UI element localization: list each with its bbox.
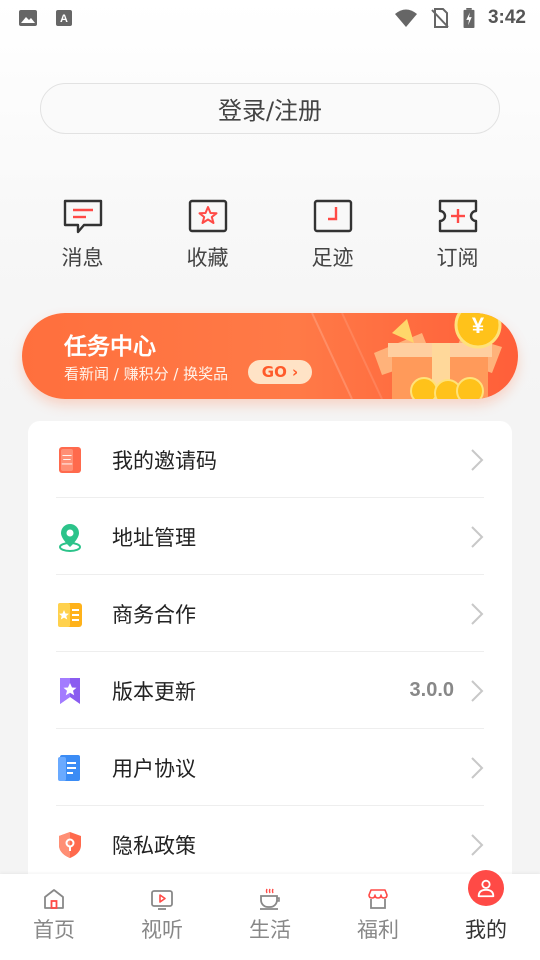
- login-register-button[interactable]: 登录/注册: [40, 83, 500, 134]
- menu-item-invite-code[interactable]: 三 我的邀请码: [56, 421, 484, 498]
- status-bar: A 3:42: [0, 0, 540, 36]
- task-center-subtitle: 看新闻 / 赚积分 / 换奖品: [64, 365, 229, 383]
- svg-text:A: A: [60, 13, 68, 25]
- task-center-title: 任务中心: [64, 334, 156, 360]
- user-icon: [477, 879, 495, 898]
- tab-welfare[interactable]: 福利: [324, 874, 432, 960]
- tab-video[interactable]: 视听: [108, 874, 216, 960]
- business-card-icon: [58, 602, 82, 627]
- tab-mine[interactable]: 我的: [432, 870, 540, 960]
- font-icon: A: [56, 10, 72, 26]
- coffee-icon: [260, 888, 280, 910]
- chevron-right-icon: [471, 525, 484, 548]
- settings-menu: 三 我的邀请码 地址管理 商务合作 版本更新 3.0.0 用户协议 隐私政策: [28, 421, 512, 901]
- invite-code-icon: 三: [59, 446, 81, 473]
- chevron-right-icon: [471, 833, 484, 856]
- menu-item-label: 商务合作: [112, 602, 196, 627]
- tab-label: 福利: [357, 918, 399, 942]
- tab-label: 生活: [249, 918, 291, 942]
- subscribe-ticket-icon: [438, 199, 477, 233]
- gift-box-icon: ¥: [374, 313, 502, 399]
- video-icon: [151, 890, 173, 910]
- no-sim-icon: [431, 8, 449, 28]
- footprint-icon: [313, 199, 352, 233]
- image-icon: [19, 10, 37, 26]
- privacy-shield-icon: [59, 831, 81, 858]
- quick-actions: 消息 收藏 足迹 订阅: [0, 198, 540, 278]
- menu-item-label: 版本更新: [112, 679, 196, 704]
- home-icon: [44, 889, 64, 909]
- chevron-right-icon: [471, 448, 484, 471]
- menu-item-address[interactable]: 地址管理: [56, 498, 484, 575]
- quick-item-label: 收藏: [186, 246, 229, 270]
- shop-icon: [368, 889, 388, 909]
- chevron-right-icon: [471, 679, 484, 702]
- tab-label: 首页: [33, 918, 75, 942]
- coin-symbol: ¥: [472, 313, 485, 338]
- menu-item-version[interactable]: 版本更新 3.0.0: [56, 652, 484, 729]
- quick-item-messages[interactable]: 消息: [33, 198, 133, 278]
- message-icon: [63, 199, 102, 234]
- battery-charging-icon: [463, 8, 475, 28]
- quick-item-label: 足迹: [311, 246, 354, 270]
- active-tab-indicator: [468, 870, 504, 906]
- menu-item-label: 用户协议: [112, 756, 196, 781]
- svg-text:三: 三: [61, 453, 73, 467]
- star-icon: [188, 199, 227, 233]
- menu-item-label: 我的邀请码: [112, 448, 217, 473]
- chevron-right-icon: [471, 602, 484, 625]
- quick-item-history[interactable]: 足迹: [283, 198, 383, 278]
- tab-label: 我的: [465, 918, 507, 942]
- tab-label: 视听: [141, 918, 183, 942]
- menu-item-business[interactable]: 商务合作: [56, 575, 484, 652]
- quick-item-subscriptions[interactable]: 订阅: [408, 198, 508, 278]
- clock: 3:42: [487, 7, 526, 28]
- menu-item-privacy-policy[interactable]: 隐私政策: [56, 806, 484, 883]
- tab-life[interactable]: 生活: [216, 874, 324, 960]
- go-button[interactable]: GO ›: [248, 360, 312, 384]
- bottom-navigation: 首页 视听 生活 福利 我的: [0, 870, 540, 960]
- document-icon: [58, 754, 80, 781]
- menu-item-label: 隐私政策: [112, 833, 196, 858]
- version-number: 3.0.0: [409, 679, 454, 701]
- quick-item-favorites[interactable]: 收藏: [158, 198, 258, 278]
- task-center-banner[interactable]: 任务中心 看新闻 / 赚积分 / 换奖品 GO › ¥: [22, 313, 518, 399]
- tab-home[interactable]: 首页: [0, 874, 108, 960]
- quick-item-label: 订阅: [436, 246, 479, 270]
- quick-item-label: 消息: [61, 246, 104, 270]
- wifi-icon: [394, 9, 417, 27]
- menu-item-label: 地址管理: [112, 525, 196, 550]
- chevron-right-icon: [471, 756, 484, 779]
- menu-item-user-agreement[interactable]: 用户协议: [56, 729, 484, 806]
- version-bookmark-icon: [60, 677, 80, 704]
- location-pin-icon: [59, 523, 81, 552]
